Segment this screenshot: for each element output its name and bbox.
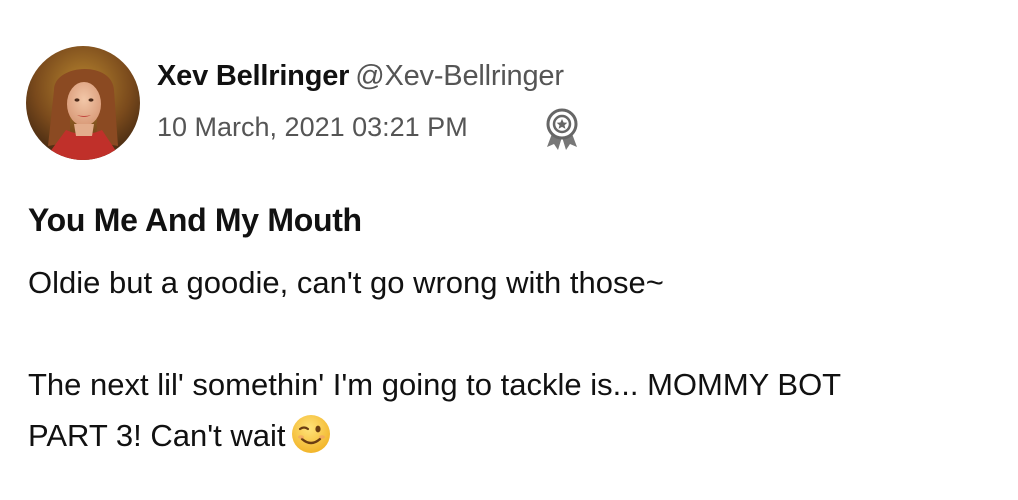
author-line: Xev Bellringer @Xev-Bellringer bbox=[157, 60, 564, 93]
post-body-line: The next lil' somethin' I'm going to tac… bbox=[28, 367, 842, 402]
post-body: Oldie but a goodie, can't go wrong with … bbox=[28, 257, 998, 461]
post-body-line: Oldie but a goodie, can't go wrong with … bbox=[28, 265, 664, 300]
post-card: Xev Bellringer @Xev-Bellringer 10 March, … bbox=[0, 0, 1018, 500]
avatar[interactable] bbox=[26, 46, 140, 160]
post-title: You Me And My Mouth bbox=[28, 202, 362, 238]
award-ribbon-icon bbox=[541, 107, 583, 151]
avatar-image bbox=[26, 46, 140, 160]
post-body-line-with-emoji: PART 3! Can't wait bbox=[28, 410, 998, 461]
post-timestamp: 10 March, 2021 03:21 PM bbox=[157, 112, 468, 142]
winking-face-icon bbox=[291, 414, 331, 454]
author-handle[interactable]: @Xev-Bellringer bbox=[355, 60, 564, 92]
author-display-name[interactable]: Xev Bellringer bbox=[157, 60, 349, 92]
post-body-line: PART 3! Can't wait bbox=[28, 418, 286, 453]
